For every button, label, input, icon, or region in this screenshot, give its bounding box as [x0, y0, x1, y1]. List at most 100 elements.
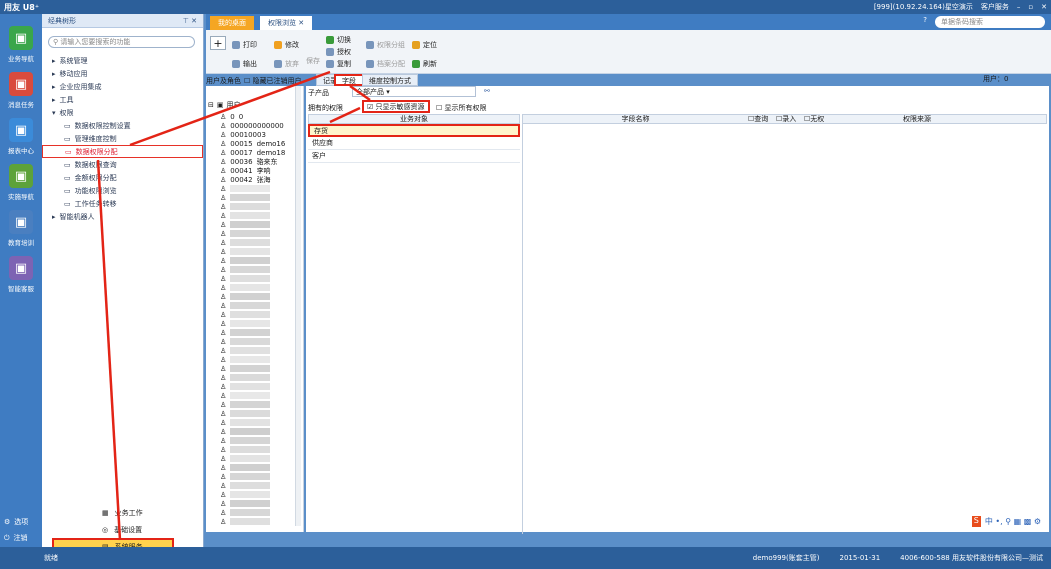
user-node-redacted[interactable]: ♙ — [220, 274, 303, 283]
user-node-redacted[interactable]: ♙ — [220, 517, 303, 526]
user-node-redacted[interactable]: ♙ — [220, 400, 303, 409]
user-node-redacted[interactable]: ♙ — [220, 409, 303, 418]
user-node[interactable]: ♙ 00015 demo16 — [220, 139, 303, 148]
user-node-redacted[interactable]: ♙ — [220, 355, 303, 364]
user-node-redacted[interactable]: ♙ — [220, 508, 303, 517]
user-node-redacted[interactable]: ♙ — [220, 490, 303, 499]
nav-education[interactable]: ▣ 教育培训 — [0, 206, 42, 252]
tab-permission-browse[interactable]: 权限浏览 ✕ — [260, 16, 313, 30]
tree-item[interactable]: ▸ 企业应用集成 — [42, 80, 203, 93]
nav-grid[interactable]: ▣ 业务导航 — [0, 22, 42, 68]
user-node-redacted[interactable]: ♙ — [220, 265, 303, 274]
doc-search-input[interactable]: 单据条码搜索 — [935, 16, 1045, 28]
user-tree-scrollbar[interactable] — [295, 86, 301, 526]
show-all-checkbox[interactable]: ☐ 显示所有权限 — [436, 103, 487, 113]
tree-item[interactable]: ▭ 功能权限浏览 — [42, 184, 203, 197]
user-node[interactable]: ♙ 000000000000 — [220, 121, 303, 130]
pin-icon[interactable]: ⊤ ✕ — [183, 17, 197, 25]
user-node-redacted[interactable]: ♙ — [220, 445, 303, 454]
tree-item[interactable]: ▭ 数据权限分配 — [42, 145, 203, 158]
none-header[interactable]: ☐无权 — [804, 114, 832, 124]
user-node-redacted[interactable]: ♙ — [220, 211, 303, 220]
switch-button[interactable]: 切换 — [326, 35, 351, 45]
binoculars-icon[interactable]: ⚯ — [484, 87, 490, 95]
biz-work-item[interactable]: ▦ 业务工作 — [42, 504, 204, 521]
tab-field[interactable]: 字段 — [334, 74, 364, 86]
entry-header[interactable]: ☐录入 — [776, 114, 804, 124]
users-root[interactable]: ⊟ ▣ 用户 — [206, 86, 303, 112]
output-button[interactable]: 输出 — [232, 59, 257, 69]
user-node-redacted[interactable]: ♙ — [220, 373, 303, 382]
user-node-redacted[interactable]: ♙ — [220, 382, 303, 391]
user-node[interactable]: ♙ 00042 张海 — [220, 175, 303, 184]
user-node-redacted[interactable]: ♙ — [220, 328, 303, 337]
ime-toolbar[interactable]: S中 •, ⚲ ▦ ▩ ⚙ — [971, 516, 1041, 527]
tab-close-icon[interactable]: ✕ — [298, 19, 304, 27]
sensitive-only-checkbox[interactable]: ☑ 只显示敏感资源 — [362, 100, 430, 113]
grant-button[interactable]: 授权 — [326, 47, 351, 57]
business-object-row[interactable]: 供应商 — [308, 137, 520, 150]
tree-item[interactable]: ▾ 权限 — [42, 106, 203, 119]
nav-robot[interactable]: ▣ 智能客服 — [0, 252, 42, 298]
user-node-redacted[interactable]: ♙ — [220, 256, 303, 265]
user-node-redacted[interactable]: ♙ — [220, 427, 303, 436]
restore-icon[interactable]: ▫ — [1028, 3, 1033, 11]
file-assign-button[interactable]: 档案分配 — [366, 59, 405, 69]
user-node-redacted[interactable]: ♙ — [220, 481, 303, 490]
user-node-redacted[interactable]: ♙ — [220, 238, 303, 247]
function-search-input[interactable]: ⚲ 请输入您要搜索的功能 — [48, 36, 195, 48]
options-link[interactable]: ⚙ 选项 — [4, 514, 28, 530]
nav-message[interactable]: ▣ 消息任务 — [0, 68, 42, 114]
user-node-redacted[interactable]: ♙ — [220, 346, 303, 355]
tree-item[interactable]: ▸ 工具 — [42, 93, 203, 106]
help-icon[interactable]: ? — [923, 16, 927, 24]
tab-dimension[interactable]: 维度控制方式 — [362, 74, 418, 86]
refresh-button[interactable]: 刷新 — [412, 59, 437, 69]
perm-group-button[interactable]: 权限分组 — [366, 40, 405, 50]
logout-link[interactable]: ⏻ 注销 — [4, 530, 28, 546]
base-setting-item[interactable]: ◎ 基础设置 — [42, 521, 204, 538]
nav-compass[interactable]: ▣ 实施导航 — [0, 160, 42, 206]
user-node-redacted[interactable]: ♙ — [220, 463, 303, 472]
user-node-redacted[interactable]: ♙ — [220, 391, 303, 400]
user-node-redacted[interactable]: ♙ — [220, 418, 303, 427]
discard-button[interactable]: 放弃 — [274, 59, 299, 69]
tree-item[interactable]: ▸ 智能机器人 — [42, 210, 203, 223]
user-node[interactable]: ♙ 0 0 — [220, 112, 303, 121]
user-node-redacted[interactable]: ♙ — [220, 247, 303, 256]
user-node-redacted[interactable]: ♙ — [220, 319, 303, 328]
close-icon[interactable]: ✕ — [1041, 3, 1047, 11]
minimize-icon[interactable]: – — [1017, 3, 1021, 11]
nav-chart[interactable]: ▣ 报表中心 — [0, 114, 42, 160]
business-object-row[interactable]: 存货 — [308, 124, 520, 137]
user-node[interactable]: ♙ 00010003 — [220, 130, 303, 139]
user-node-redacted[interactable]: ♙ — [220, 229, 303, 238]
user-node-redacted[interactable]: ♙ — [220, 472, 303, 481]
user-node-redacted[interactable]: ♙ — [220, 292, 303, 301]
tree-item[interactable]: ▸ 系统管理 — [42, 54, 203, 67]
user-node-redacted[interactable]: ♙ — [220, 454, 303, 463]
business-object-row[interactable]: 客户 — [308, 150, 520, 163]
tree-item[interactable]: ▸ 移动应用 — [42, 67, 203, 80]
tab-desktop[interactable]: 我的桌面 — [210, 16, 254, 30]
tree-item[interactable]: ▭ 工作任务转移 — [42, 197, 203, 210]
subproduct-select[interactable]: 全部产品 ▾ — [352, 86, 476, 97]
edit-button[interactable]: 修改 — [274, 40, 299, 50]
hide-cancel-checkbox[interactable]: ☐ 隐藏已注销用户 — [244, 76, 302, 86]
user-node-redacted[interactable]: ♙ — [220, 364, 303, 373]
tree-item[interactable]: ▭ 管理维度控制 — [42, 132, 203, 145]
user-node-redacted[interactable]: ♙ — [220, 301, 303, 310]
user-node-redacted[interactable]: ♙ — [220, 193, 303, 202]
user-node-redacted[interactable]: ♙ — [220, 436, 303, 445]
query-header[interactable]: ☐查询 — [748, 114, 776, 124]
user-node-redacted[interactable]: ♙ — [220, 310, 303, 319]
save-button[interactable]: 保存 — [306, 38, 320, 66]
add-button[interactable]: + — [210, 36, 226, 50]
copy-button[interactable]: 复制 — [326, 59, 351, 69]
tree-item[interactable]: ▭ 数据权限控制设置 — [42, 119, 203, 132]
user-node-redacted[interactable]: ♙ — [220, 202, 303, 211]
user-node-redacted[interactable]: ♙ — [220, 337, 303, 346]
customer-service-link[interactable]: 客户服务 — [981, 2, 1009, 12]
collapse-icon[interactable]: ⊟ — [208, 101, 214, 109]
locate-button[interactable]: 定位 — [412, 40, 437, 50]
